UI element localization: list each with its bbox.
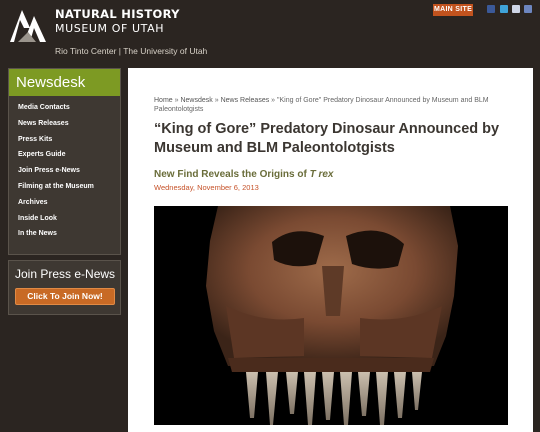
article-subtitle: New Find Reveals the Origins of T rex: [154, 169, 334, 181]
sidebar-item-news-releases[interactable]: News Releases: [9, 116, 120, 132]
main-site-button[interactable]: MAIN SITE: [433, 4, 473, 16]
sidebar-item-in-the-news[interactable]: In the News: [9, 226, 120, 242]
subtitle-italic: T rex: [309, 169, 334, 180]
museum-logo-icon[interactable]: [8, 6, 48, 44]
site-header: NATURAL HISTORY MUSEUM OF UTAH Rio Tinto…: [0, 0, 540, 62]
nav-heading: Newsdesk: [9, 69, 120, 96]
facebook-icon[interactable]: [487, 5, 495, 13]
sidebar-item-join-press[interactable]: Join Press e-News: [9, 163, 120, 179]
page-title: “King of Gore” Predatory Dinosaur Announ…: [154, 121, 500, 156]
sidebar-item-archives[interactable]: Archives: [9, 195, 120, 211]
join-now-button[interactable]: Click To Join Now!: [15, 288, 115, 305]
newsdesk-nav: Newsdesk Media Contacts News Releases Pr…: [8, 68, 121, 255]
rss-icon[interactable]: [524, 5, 532, 13]
publish-date: Wednesday, November 6, 2013: [154, 183, 259, 192]
logo-tagline: Rio Tinto Center | The University of Uta…: [55, 46, 208, 56]
sidebar-item-press-kits[interactable]: Press Kits: [9, 132, 120, 148]
breadcrumb-newsdesk[interactable]: Newsdesk: [180, 97, 212, 104]
sidebar-item-experts-guide[interactable]: Experts Guide: [9, 147, 120, 163]
press-enews-box: Join Press e-News Click To Join Now!: [8, 260, 121, 315]
breadcrumb-news-releases[interactable]: News Releases: [221, 97, 270, 104]
sidebar-item-filming[interactable]: Filming at the Museum: [9, 179, 120, 195]
nav-list: Media Contacts News Releases Press Kits …: [9, 96, 120, 242]
press-enews-title: Join Press e-News: [15, 267, 116, 281]
sidebar-item-inside-look[interactable]: Inside Look: [9, 211, 120, 227]
sidebar-item-media-contacts[interactable]: Media Contacts: [9, 100, 120, 116]
main-content: Home » Newsdesk » News Releases » "King …: [128, 68, 533, 432]
twitter-icon[interactable]: [500, 5, 508, 13]
logo-title[interactable]: NATURAL HISTORY: [55, 8, 180, 21]
subtitle-text: New Find Reveals the Origins of: [154, 169, 310, 180]
dinosaur-skull-image: [154, 206, 508, 425]
breadcrumb-home[interactable]: Home: [154, 97, 173, 104]
youtube-icon[interactable]: [512, 5, 520, 13]
logo-subtitle[interactable]: MUSEUM OF UTAH: [55, 22, 164, 35]
breadcrumb: Home » Newsdesk » News Releases » "King …: [154, 96, 514, 114]
